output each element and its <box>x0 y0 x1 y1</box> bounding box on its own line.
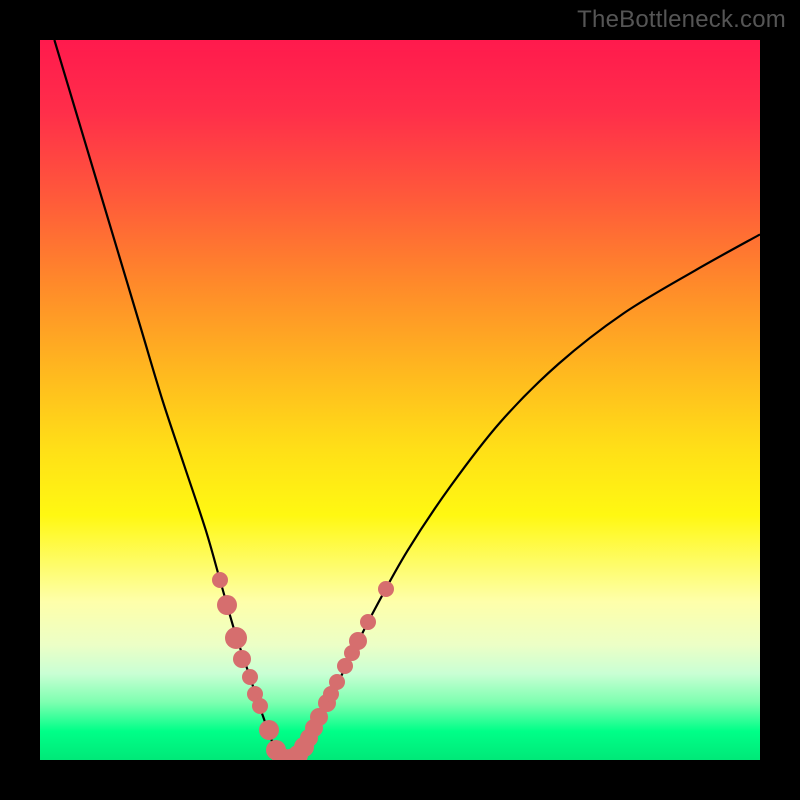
watermark-text: TheBottleneck.com <box>577 6 786 34</box>
data-dot <box>360 614 376 630</box>
data-dot <box>217 595 237 615</box>
data-dot <box>378 581 394 597</box>
bottleneck-curve <box>54 40 760 760</box>
data-dot <box>259 720 279 740</box>
data-dot <box>233 650 251 668</box>
data-dot <box>349 632 367 650</box>
data-dot <box>212 572 228 588</box>
data-dot <box>242 669 258 685</box>
data-dot <box>329 674 345 690</box>
chart-frame: TheBottleneck.com <box>0 0 800 800</box>
data-dot <box>252 698 268 714</box>
data-dot <box>225 627 247 649</box>
plot-area <box>40 40 760 760</box>
curve-layer <box>40 40 760 760</box>
